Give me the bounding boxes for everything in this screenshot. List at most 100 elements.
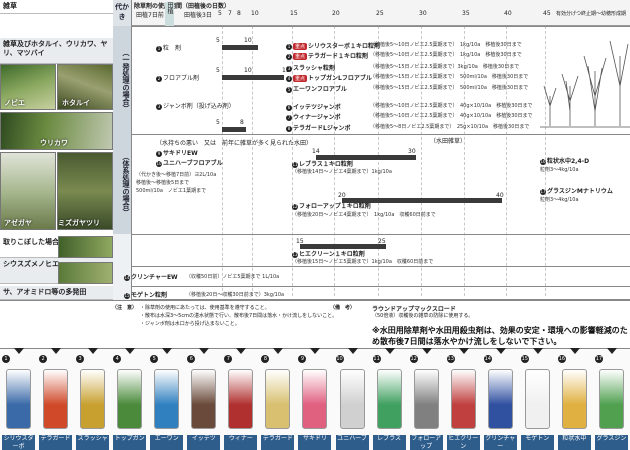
product-row-15: 15モゲトン粒剤 <box>124 292 168 299</box>
product-note-4: （移植後5〜15日ノビエ2.5葉期まで） 500ml/10a 移植後30日まで <box>370 74 529 80</box>
product-row-11: 11レブラス１キロ粒剤 <box>292 161 353 168</box>
product-number: 7 <box>224 355 233 363</box>
bar-flowable <box>222 75 284 80</box>
product-card: 4 トップガン <box>113 355 147 450</box>
product-label: エーワン <box>150 435 184 450</box>
remarks-title: （備 考） <box>330 305 356 311</box>
down-arrow-icon <box>236 348 247 354</box>
type-row-flowable: 2 フロアブル剤 <box>156 75 200 82</box>
product-row-16: 16粒状水中2,4-D <box>540 158 590 165</box>
product-number: 13 <box>446 355 455 363</box>
product-label: テラガード <box>39 435 73 450</box>
notes-area: （注 意） ・除草剤の使用にあたっては、使用基準を遵守すること。 ・散布は水深3… <box>0 300 630 348</box>
product-label: 粒状水中 <box>557 435 591 450</box>
product-package-icon <box>228 369 254 429</box>
product-package-icon <box>376 369 402 429</box>
product-package-icon <box>191 369 217 429</box>
product-package-icon <box>487 369 513 429</box>
product-number: 8 <box>261 355 270 363</box>
down-arrow-icon <box>88 348 99 354</box>
product-number: 9 <box>298 355 307 363</box>
product-label: サキドリ <box>298 435 332 450</box>
product-card: 14 クリンチャー <box>483 355 517 450</box>
weed-label-azegaya: アゼガヤ <box>4 219 32 227</box>
product-package-icon <box>154 369 180 429</box>
vcol-taikei: （体系処理の場合） <box>113 134 132 234</box>
product-card: 3 スラッシャ <box>76 355 110 450</box>
tick-25: 25 <box>376 10 384 17</box>
product-card: 10 ユニハーブ <box>335 355 369 450</box>
rice-plant-icon <box>540 40 630 128</box>
product-card: 7 ウィナー <box>224 355 258 450</box>
notes-title: （注 意） <box>112 305 138 311</box>
type-row-granule-end: 10 <box>244 37 252 44</box>
product-label: グラスジン <box>594 435 628 450</box>
tick-15: 15 <box>290 10 298 17</box>
product-note-15: （移植後20日〜収穫30日前まで）3kg/10a <box>186 292 285 298</box>
product-row-10: 10ユニハーブフロアブル <box>156 160 223 167</box>
product-label: スラッシャ <box>76 435 110 450</box>
growth-stage-illustration <box>540 26 630 134</box>
tick-40: 40 <box>504 10 512 17</box>
weed-label-hotarui: ホタルイ <box>62 99 90 107</box>
timeline-header: 除草剤の使用期間（田植後の日数） 田植7日前 田植 田植後3日 5 7 8 10… <box>132 0 630 26</box>
tick-7: 7 <box>228 10 232 17</box>
section-clincher: 14クリンチャーEW （収穫50日前）ノビエ5葉期まで 1L/10a <box>124 266 630 286</box>
down-arrow-icon <box>347 348 358 354</box>
weed-label-nobie: ノビエ <box>4 99 25 107</box>
down-arrow-icon <box>51 348 62 354</box>
product-card: 6 イッテツ <box>187 355 221 450</box>
product-package-icon <box>450 369 476 429</box>
type-row-jumbo: 3 ジャンボ剤（投げ込み剤） <box>156 103 235 110</box>
product-package-icon <box>524 369 550 429</box>
type-row-jumbo-end: 8 <box>240 119 244 126</box>
tick-taue: 田植 <box>165 2 174 26</box>
product-note-11: （移植後14日〜ノビエ4葉期まで）1kg/10a <box>292 169 392 175</box>
product-row-12: 12フォローアップ１キロ粒剤 <box>292 203 371 210</box>
product-number: 11 <box>372 355 381 363</box>
section-mogeton: 15モゲトン粒剤 （移植後20日〜収穫30日前まで）3kg/10a <box>124 286 630 300</box>
type-row-flowable-end: 10 <box>244 67 252 74</box>
product-package-icon <box>265 369 291 429</box>
weed-header: 雑草 <box>0 0 113 14</box>
tick-20: 20 <box>332 10 340 17</box>
product-row-5: 5 エーワンフロアブル <box>286 86 347 93</box>
product-label: シリウスターボ <box>2 435 35 450</box>
product-row-14: 14クリンチャーEW <box>124 274 178 281</box>
product-number: 6 <box>187 355 196 363</box>
product-note-14: （収穫50日前）ノビエ5葉期まで 1L/10a <box>186 274 280 280</box>
section-taikei-intro: （水持ちの悪い 又は 前年に雑草が多く見られた水田） <box>156 140 313 147</box>
product-number: 3 <box>76 355 85 363</box>
product-note-12: （移植後20日〜ノビエ4葉期まで） 1kg/10a 収穫60日前まで <box>292 212 436 218</box>
product-label: イッテツ <box>187 435 221 450</box>
tick-45: 45 <box>543 10 551 17</box>
product-card: 5 エーワン <box>150 355 184 450</box>
type-row-jumbo-start: 5 <box>216 119 220 126</box>
down-arrow-icon <box>532 348 543 354</box>
roundup-note: （50倍液）収穫後の雑草の防除に使用する。 <box>372 313 474 319</box>
tick-30: 30 <box>419 10 427 17</box>
product-card: 1 シリウスターボ <box>2 355 35 450</box>
down-arrow-icon <box>458 348 469 354</box>
product-row-7: 7 ウィナージャンボ <box>286 114 341 121</box>
weed-band-1: 雑草及びホタルイ、ウリカワ、ヤリ、マツバイ <box>0 38 113 64</box>
down-arrow-icon <box>199 348 210 354</box>
right-side-panel: （水田雑草） 16粒状水中2,4-D 粒剤3〜4kg/10a 17グラスジンMナ… <box>430 136 630 216</box>
col-header-shirokaki: 代かき <box>113 0 132 26</box>
tick-pre7: 田植7日前 <box>136 12 164 19</box>
tick-5: 5 <box>218 10 222 17</box>
section-hiecleen: 15 25 13ヒエクリーン１キロ粒剤 （移植後15日〜ノビエ5葉期まで）1kg… <box>132 234 630 265</box>
timeline-right-label: 有効分げつ終止期〜幼穂形成期 <box>556 11 627 17</box>
product-number: 2 <box>39 355 48 363</box>
product-note-3: （移植後5〜15日ノビエ2.5葉期まで）3kg/10a 移植後30日まで <box>370 64 520 70</box>
down-arrow-icon <box>125 348 136 354</box>
product-number: 15 <box>520 355 529 363</box>
product-note-13: （移植後15日〜ノビエ5葉期まで）1kg/10a 収穫60日前まで <box>292 259 434 265</box>
weed-photo-2 <box>58 236 113 258</box>
weed-photo-3 <box>58 262 113 284</box>
down-arrow-icon <box>384 348 395 354</box>
product-row-2: 2 重点 テラガード１キロ粒剤 <box>286 53 369 60</box>
notes-line-1: ・除草剤の使用にあたっては、使用基準を遵守すること。 <box>140 305 270 311</box>
product-package-icon <box>339 369 365 429</box>
down-arrow-icon <box>569 348 580 354</box>
